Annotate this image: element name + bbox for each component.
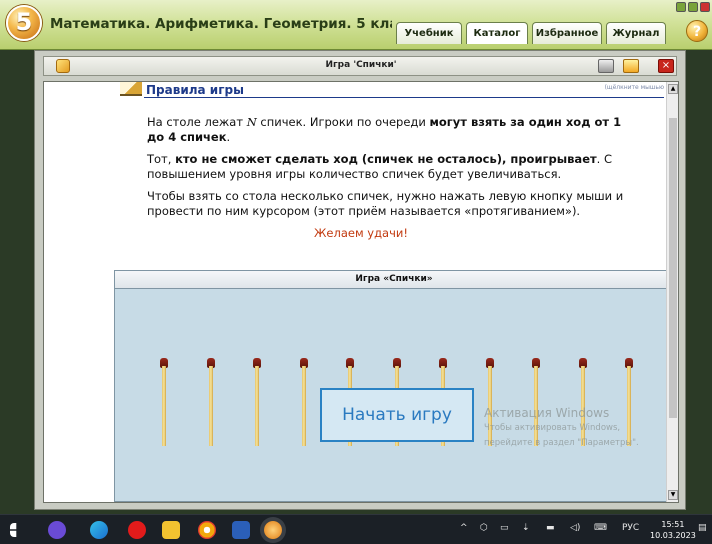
tray-app-icon[interactable]: ⬡ — [480, 523, 488, 533]
volume-icon[interactable]: ◁) — [570, 523, 580, 533]
rules-underline — [144, 97, 664, 98]
window-title: Игра 'Спички' — [325, 60, 397, 70]
vertical-scrollbar[interactable]: ▲ ▼ — [666, 82, 678, 502]
print-icon[interactable] — [598, 59, 614, 73]
notifications-icon[interactable]: ▤ — [698, 523, 707, 533]
chrome-icon[interactable] — [198, 521, 216, 539]
app-header: 5 Математика. Арифметика. Геометрия. 5 к… — [0, 0, 712, 50]
word-icon[interactable] — [232, 521, 250, 539]
app-close-icon[interactable] — [700, 2, 710, 12]
usb-icon[interactable]: ⇣ — [522, 523, 530, 533]
clock-time: 15:51 — [661, 520, 685, 529]
math-app-icon[interactable] — [264, 521, 282, 539]
export-icon[interactable] — [623, 59, 639, 73]
tab-journal[interactable]: Журнал — [606, 22, 666, 44]
pencil-icon — [120, 82, 142, 96]
assistant-icon[interactable] — [48, 521, 66, 539]
tab-favorites[interactable]: Избранное — [532, 22, 602, 44]
game-panel: Игра «Спички» Начать игру — [114, 270, 674, 502]
edge-icon[interactable] — [90, 521, 108, 539]
help-icon[interactable]: ? — [686, 20, 708, 42]
scroll-up-icon[interactable]: ▲ — [668, 84, 678, 94]
language-indicator[interactable]: РУС — [622, 523, 639, 533]
rules-heading-text: Правила игры — [146, 83, 244, 97]
window-titlebar: Игра 'Спички' × — [43, 56, 677, 76]
windows-activation-watermark: Активация Windows Чтобы активировать Win… — [484, 406, 639, 450]
app-title: Математика. Арифметика. Геометрия. 5 кла… — [50, 16, 392, 32]
file-explorer-icon[interactable] — [162, 521, 180, 539]
scroll-down-icon[interactable]: ▼ — [668, 490, 678, 500]
clock-date: 10.03.2023 — [650, 531, 696, 540]
rules-paragraph-3: Чтобы взять со стола несколько спичек, н… — [147, 189, 624, 218]
rules-heading: Правила игры — [120, 82, 244, 98]
maximize-icon[interactable] — [688, 2, 698, 12]
tab-catalog[interactable]: Каталог — [466, 22, 528, 44]
opera-icon[interactable] — [128, 521, 146, 539]
rules-paragraph-1: На столе лежат N спичек. Игроки по очере… — [147, 115, 622, 144]
start-game-button[interactable]: Начать игру — [320, 388, 474, 442]
scroll-thumb[interactable] — [669, 118, 677, 418]
tray-chevron-icon[interactable]: ^ — [460, 523, 468, 533]
window-close-icon[interactable]: × — [658, 59, 674, 73]
taskbar: ^ ⬡ ▭ ⇣ ▬ ◁) ⌨ РУС 15:51 10.03.2023 ▤ — [0, 514, 712, 544]
clock[interactable]: 15:51 10.03.2023 — [650, 519, 696, 541]
game-title: Игра «Спички» — [115, 271, 673, 289]
watermark-line: Чтобы активировать Windows, — [484, 423, 621, 433]
network-icon[interactable]: ▭ — [500, 523, 509, 533]
good-luck-text: Желаем удачи! — [314, 226, 408, 240]
watermark-line: перейдите в раздел "Параметры". — [484, 438, 639, 448]
tab-textbook[interactable]: Учебник — [396, 22, 462, 44]
click-hint: (щёлкните мышью — [604, 84, 664, 91]
keyboard-icon[interactable]: ⌨ — [594, 523, 607, 533]
watermark-title: Активация Windows — [484, 406, 610, 420]
battery-icon[interactable]: ▬ — [546, 523, 555, 533]
rules-paragraph-2: Тот, кто не сможет сделать ход (спичек н… — [147, 152, 613, 181]
windows-start-icon[interactable] — [10, 523, 17, 537]
app-logo: 5 — [6, 5, 42, 41]
minimize-icon[interactable] — [676, 2, 686, 12]
